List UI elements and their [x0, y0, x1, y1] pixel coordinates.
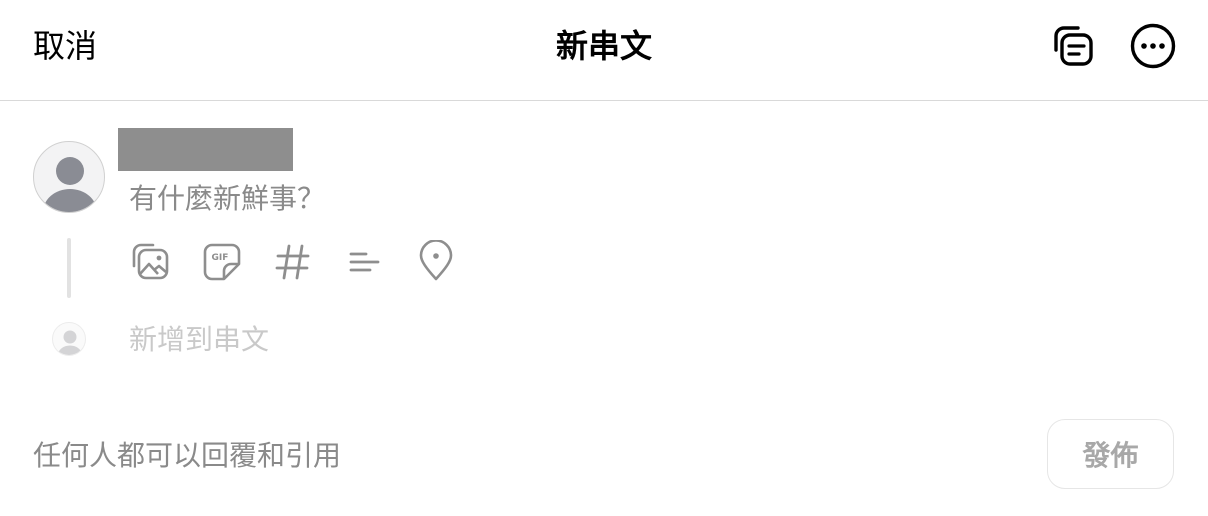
- image-gallery-icon[interactable]: [129, 240, 173, 284]
- drafts-icon[interactable]: [1048, 22, 1096, 70]
- location-icon[interactable]: [414, 240, 458, 284]
- top-bar: 取消 新串文: [0, 0, 1208, 101]
- poll-icon[interactable]: [342, 240, 386, 284]
- hashtag-icon[interactable]: [271, 240, 315, 284]
- page-title: 新串文: [555, 27, 652, 65]
- more-options-icon[interactable]: [1129, 22, 1177, 70]
- reply-permission-setting[interactable]: 任何人都可以回覆和引用: [33, 435, 341, 477]
- gif-icon[interactable]: GIF: [200, 240, 244, 284]
- post-button[interactable]: 發佈: [1047, 419, 1174, 489]
- thread-line: [67, 238, 71, 298]
- avatar-small: [52, 322, 86, 356]
- compose-input[interactable]: [129, 177, 1029, 219]
- username-redacted: [118, 128, 293, 171]
- svg-text:GIF: GIF: [212, 253, 229, 263]
- avatar[interactable]: [33, 141, 105, 213]
- add-to-thread[interactable]: 新增到串文: [129, 319, 269, 361]
